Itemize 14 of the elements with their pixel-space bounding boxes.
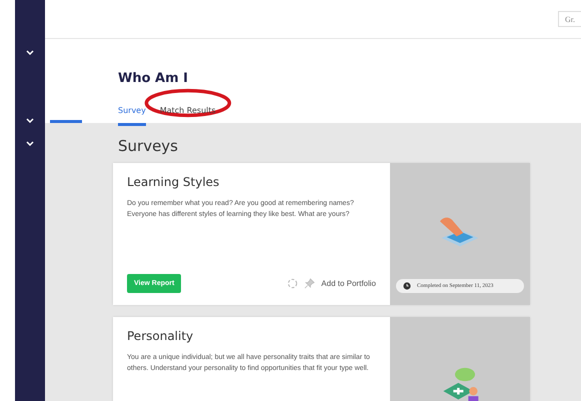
grade-button[interactable]: Gr. <box>558 11 581 27</box>
chevron-down-icon[interactable] <box>26 118 34 123</box>
clock-icon <box>403 282 411 290</box>
tab[interactable]: Match Results <box>160 106 216 126</box>
page-title: Who Am I <box>118 71 190 86</box>
chevron-down-icon[interactable] <box>26 50 34 55</box>
active-indicator <box>50 120 82 123</box>
section-title: Surveys <box>118 137 179 155</box>
survey-title: Personality <box>127 329 194 343</box>
survey-title: Learning Styles <box>127 175 220 189</box>
spinner-icon <box>287 278 298 289</box>
add-to-portfolio-link[interactable]: Add to Portfolio <box>321 279 376 288</box>
pin-icon <box>304 278 316 289</box>
chevron-down-icon[interactable] <box>26 141 34 146</box>
